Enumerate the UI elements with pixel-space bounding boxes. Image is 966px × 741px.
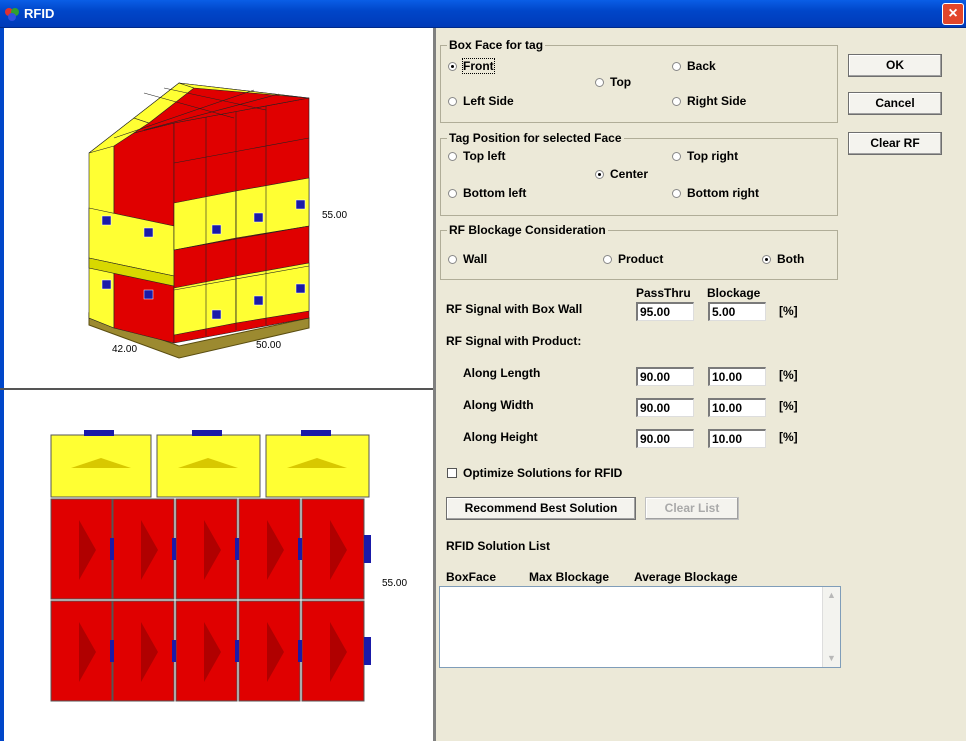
along-height-passthru-field[interactable]: 90.00 (636, 429, 694, 448)
right-face (173, 97, 310, 344)
solution-listbox[interactable]: ▲ ▼ (439, 586, 841, 668)
radio-icon (672, 97, 681, 106)
solution-list-title: RFID Solution List (446, 539, 550, 553)
height-dimension-2d: 55.00 (382, 578, 407, 589)
radio-icon (672, 152, 681, 161)
radio-icon (595, 78, 604, 87)
height-dimension: 55.00 (322, 210, 347, 221)
along-length-unit: [%] (779, 368, 798, 382)
checkbox-icon (447, 468, 457, 478)
close-button[interactable]: × (942, 3, 964, 25)
box-wall-label: RF Signal with Box Wall (446, 302, 583, 316)
radio-right-side[interactable]: Right Side (672, 94, 746, 108)
tag-position-legend: Tag Position for selected Face (447, 131, 624, 145)
box-wall-unit: [%] (779, 304, 798, 318)
radio-selected-icon (448, 62, 457, 71)
left-face (88, 122, 175, 344)
listbox-scrollbar[interactable]: ▲ ▼ (822, 587, 840, 667)
radio-both[interactable]: Both (762, 252, 804, 266)
width-dimension: 50.00 (256, 340, 281, 351)
radio-top-right[interactable]: Top right (672, 149, 738, 163)
blockage-header: Blockage (707, 286, 761, 300)
along-height-unit: [%] (779, 430, 798, 444)
radio-top-left[interactable]: Top left (448, 149, 505, 163)
radio-center[interactable]: Center (595, 167, 648, 181)
along-length-blockage-field[interactable]: 10.00 (708, 367, 766, 386)
pallet-3d-view: 55.00 42.00 50.00 (88, 82, 347, 359)
column-boxface: BoxFace (446, 570, 497, 584)
passthru-header: PassThru (636, 286, 691, 300)
close-icon: × (948, 5, 958, 22)
along-length-label: Along Length (463, 366, 541, 380)
box-face-group: Box Face for tag (440, 38, 838, 123)
length-dimension: 42.00 (112, 344, 137, 355)
column-average-blockage: Average Blockage (634, 570, 738, 584)
box-wall-blockage-field[interactable]: 5.00 (708, 302, 766, 321)
radio-front[interactable]: Front (448, 58, 495, 74)
radio-bottom-right[interactable]: Bottom right (672, 186, 759, 200)
radio-wall[interactable]: Wall (448, 252, 487, 266)
radio-icon (448, 152, 457, 161)
clear-list-button[interactable]: Clear List (645, 497, 739, 520)
column-max-blockage: Max Blockage (529, 570, 610, 584)
scroll-down-icon[interactable]: ▼ (824, 651, 839, 666)
radio-bottom-left[interactable]: Bottom left (448, 186, 526, 200)
radio-product[interactable]: Product (603, 252, 663, 266)
ok-button[interactable]: OK (848, 54, 942, 77)
along-length-passthru-field[interactable]: 90.00 (636, 367, 694, 386)
product-signal-label: RF Signal with Product: (446, 334, 582, 348)
radio-selected-icon (595, 170, 604, 179)
radio-back[interactable]: Back (672, 59, 716, 73)
radio-icon (672, 62, 681, 71)
scroll-up-icon[interactable]: ▲ (824, 588, 839, 603)
optimize-checkbox[interactable]: Optimize Solutions for RFID (447, 466, 622, 480)
app-icon (5, 8, 19, 21)
radio-icon (448, 255, 457, 264)
along-height-blockage-field[interactable]: 10.00 (708, 429, 766, 448)
rf-blockage-legend: RF Blockage Consideration (447, 223, 608, 237)
along-width-unit: [%] (779, 399, 798, 413)
along-width-label: Along Width (463, 398, 534, 412)
radio-icon (448, 97, 457, 106)
box-wall-passthru-field[interactable]: 95.00 (636, 302, 694, 321)
title-bar: RFID × (0, 0, 966, 28)
along-width-passthru-field[interactable]: 90.00 (636, 398, 694, 417)
along-height-label: Along Height (463, 430, 538, 444)
along-width-blockage-field[interactable]: 10.00 (708, 398, 766, 417)
radio-left-side[interactable]: Left Side (448, 94, 514, 108)
window-title: RFID (24, 6, 55, 21)
radio-selected-icon (762, 255, 771, 264)
top-row-boxes (50, 434, 370, 498)
pallet-2d-view: 55.00 (50, 430, 407, 702)
radio-top[interactable]: Top (595, 75, 631, 89)
radio-icon (448, 189, 457, 198)
radio-icon (603, 255, 612, 264)
clear-rf-button[interactable]: Clear RF (848, 132, 942, 155)
radio-icon (672, 189, 681, 198)
cancel-button[interactable]: Cancel (848, 92, 942, 115)
box-face-legend: Box Face for tag (447, 38, 546, 52)
recommend-button[interactable]: Recommend Best Solution (446, 497, 636, 520)
